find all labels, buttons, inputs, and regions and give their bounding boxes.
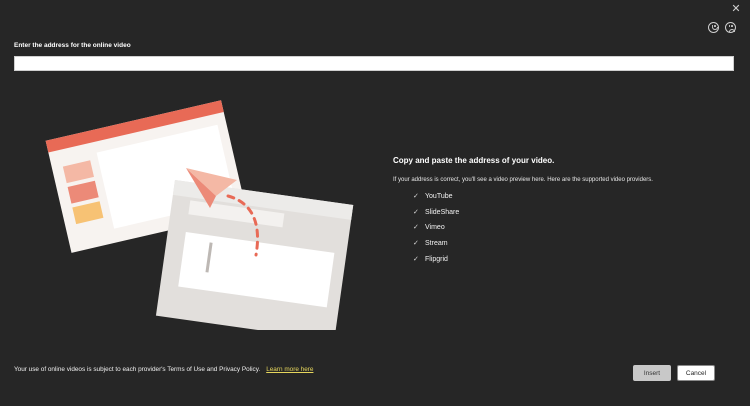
provider-label: YouTube	[425, 193, 453, 200]
cancel-button[interactable]: Cancel	[677, 365, 715, 381]
checkmark-icon: ✓	[413, 193, 419, 200]
learn-more-link[interactable]: Learn more here	[266, 366, 313, 373]
smile-icon[interactable]	[708, 22, 719, 33]
frown-icon[interactable]	[725, 22, 736, 33]
info-description: If your address is correct, you'll see a…	[393, 177, 653, 183]
list-item: ✓ Stream	[413, 240, 723, 256]
providers-list: ✓ YouTube ✓ SlideShare ✓ Vimeo ✓ Stream ✓ Fli…	[393, 193, 723, 271]
info-title: Copy and paste the address of your video…	[393, 156, 555, 165]
list-item: ✓ Flipgrid	[413, 256, 723, 272]
provider-label: Stream	[425, 240, 448, 248]
footer-text: Your use of online videos is subject to …	[14, 366, 261, 373]
close-icon[interactable]: ✕	[730, 3, 742, 15]
provider-label: Vimeo	[425, 224, 445, 232]
info-panel: Copy and paste the address of your video…	[393, 156, 723, 271]
insert-button[interactable]: Insert	[633, 365, 671, 381]
checkmark-icon: ✓	[413, 255, 419, 263]
list-item: ✓ YouTube	[413, 193, 723, 209]
provider-label: Flipgrid	[425, 255, 448, 263]
list-item: ✓ SlideShare	[413, 209, 723, 225]
checkmark-icon: ✓	[413, 240, 419, 248]
provider-label: SlideShare	[425, 208, 460, 216]
list-item: ✓ Vimeo	[413, 224, 723, 240]
illustration	[45, 100, 354, 330]
feedback-group	[708, 22, 736, 33]
checkmark-icon: ✓	[413, 208, 419, 216]
checkmark-icon: ✓	[413, 224, 419, 232]
url-label: Enter the address for the online video	[14, 42, 131, 49]
footer-disclaimer: Your use of online videos is subject to …	[14, 366, 313, 373]
url-input[interactable]	[14, 56, 734, 71]
